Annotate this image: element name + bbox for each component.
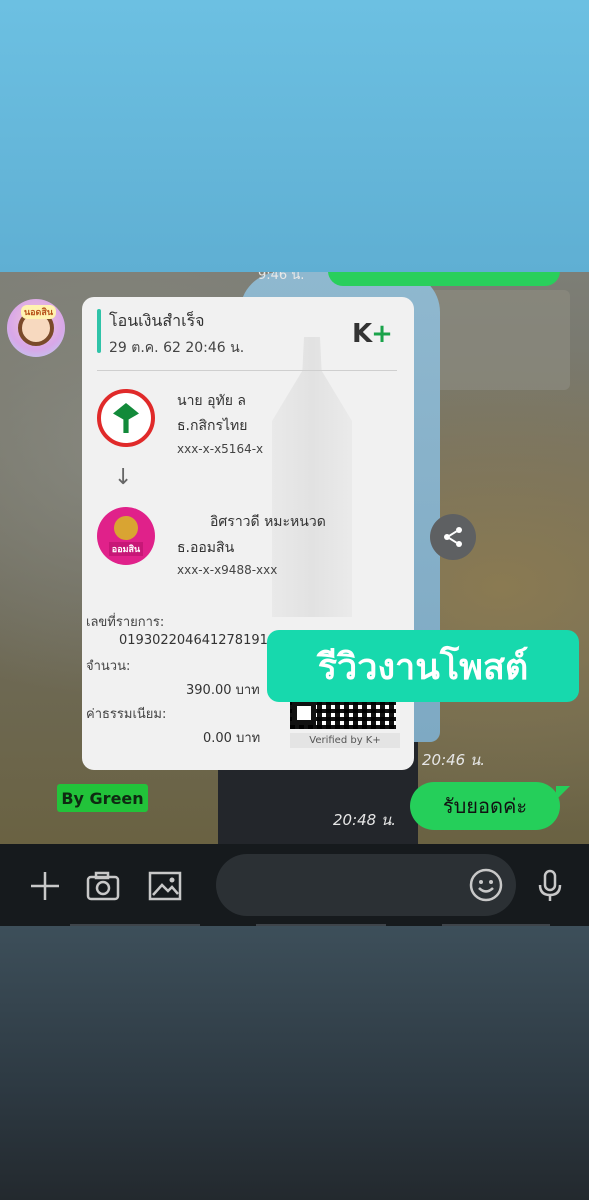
- previous-message-bubble[interactable]: [328, 272, 560, 286]
- camera-icon[interactable]: [85, 868, 121, 904]
- sender-bank: ธ.กสิกรไทย: [177, 418, 248, 434]
- microphone-icon[interactable]: [532, 868, 568, 904]
- slip-datetime: 29 ต.ค. 62 20:46 น.: [109, 340, 245, 356]
- plus-icon[interactable]: [27, 868, 63, 904]
- sender-account: xxx-x-x5164-x: [177, 442, 264, 456]
- amount-label: จำนวน:: [86, 659, 131, 674]
- gsb-logo-text: ออมสิน: [108, 542, 144, 556]
- fee-value: 0.00 บาท: [203, 731, 261, 746]
- emoji-icon[interactable]: [468, 867, 504, 903]
- reply-message-bubble[interactable]: รับยอดค่ะ: [410, 782, 560, 830]
- background-wall: [430, 290, 570, 390]
- share-icon: [444, 527, 462, 547]
- verified-label: Verified by K+: [290, 733, 400, 748]
- slip-accent-bar: [97, 309, 101, 353]
- kplus-logo: K+: [352, 319, 393, 349]
- kbank-leaf-icon: [113, 403, 139, 433]
- chat-area[interactable]: 9:46 น. นอดสิน โอนเงินสำเร็จ 29 ต.ค. 62 …: [0, 272, 589, 844]
- slip-title: โอนเงินสำเร็จ: [109, 311, 205, 330]
- receiver-name: อิศราวดี หมะหนวด: [210, 514, 326, 530]
- reply-bubble-tail: [556, 786, 570, 800]
- sender-name: นาย อุทัย ล: [177, 393, 246, 409]
- review-post-badge: รีวิวงานโพสต์: [267, 630, 579, 702]
- slip-background-building: [272, 337, 352, 617]
- slip-message-time: 20:46 น.: [422, 751, 486, 769]
- top-background: [0, 0, 589, 272]
- gsb-emblem-icon: [114, 516, 138, 540]
- image-icon[interactable]: [147, 868, 183, 904]
- gsb-logo: ออมสิน: [97, 507, 155, 565]
- arrow-down-icon: ↓: [114, 465, 133, 490]
- reply-message-text: รับยอดค่ะ: [442, 794, 528, 818]
- qr-finder-pattern: [292, 701, 316, 725]
- receiver-account: xxx-x-x9488-xxx: [177, 563, 278, 577]
- sender-avatar[interactable]: นอดสิน: [7, 299, 65, 357]
- ref-label: เลขที่รายการ:: [86, 615, 165, 630]
- fee-label: ค่าธรรมเนียม:: [86, 707, 167, 722]
- message-input-bar: [0, 844, 589, 926]
- slip-divider: [97, 370, 397, 371]
- previous-message-time: 9:46 น.: [258, 272, 305, 283]
- avatar-label: นอดสิน: [21, 305, 57, 319]
- receiver-bank: ธ.ออมสิน: [177, 540, 235, 556]
- bottom-background: [0, 926, 589, 1200]
- share-button[interactable]: [430, 514, 476, 560]
- reply-message-time: 20:48 น.: [333, 811, 397, 829]
- amount-value: 390.00 บาท: [186, 683, 260, 698]
- ref-value: 019302204641278191: [119, 633, 268, 648]
- review-post-text: รีวิวงานโพสต์: [317, 646, 529, 688]
- kbank-logo: [97, 389, 155, 447]
- watermark-text: By Green: [61, 788, 144, 808]
- watermark-badge: By Green: [57, 784, 148, 812]
